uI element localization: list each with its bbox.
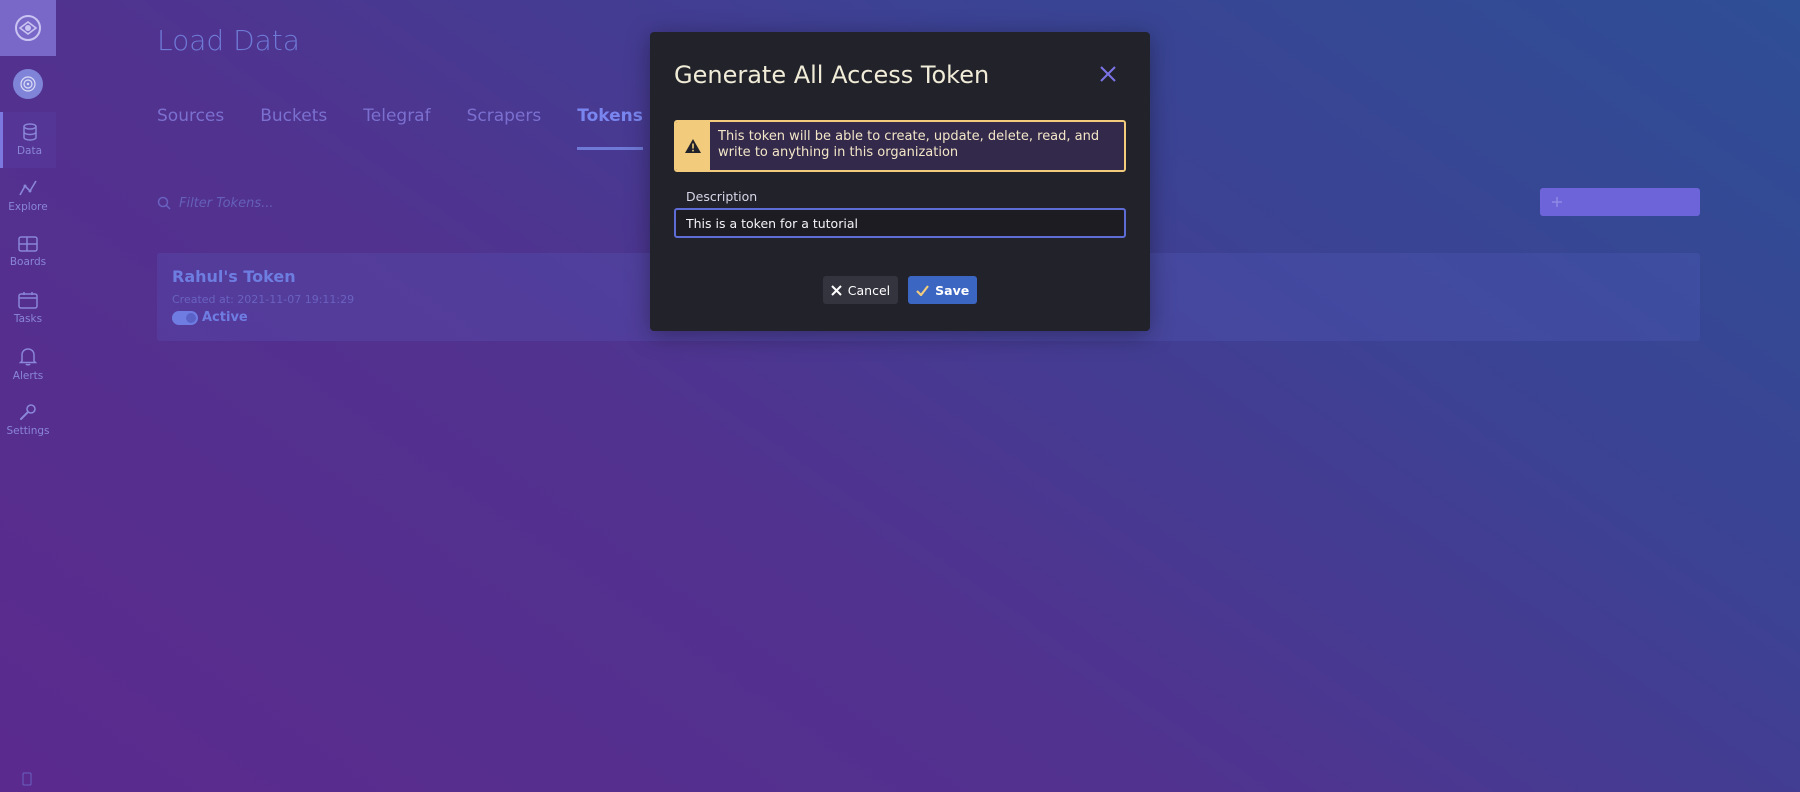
database-icon	[22, 123, 37, 141]
filter-tokens-input[interactable]: Filter Tokens...	[157, 188, 677, 218]
tab-bar: Sources Buckets Telegraf Scrapers Tokens	[157, 106, 679, 150]
sidebar-item-label: Explore	[8, 201, 48, 213]
description-input[interactable]	[674, 208, 1126, 238]
dialog-title: Generate All Access Token	[674, 61, 990, 89]
dialog-actions: Cancel Save	[650, 276, 1150, 304]
org-avatar-button[interactable]	[0, 64, 56, 104]
sidebar-item-label: Tasks	[13, 313, 43, 325]
tab-tokens[interactable]: Tokens	[577, 106, 643, 150]
save-label: Save	[935, 282, 970, 298]
sidebar-item-explore[interactable]: Explore	[0, 168, 56, 224]
generate-token-button[interactable]	[1540, 188, 1700, 216]
sidebar-item-tasks[interactable]: Tasks	[0, 280, 56, 336]
token-name[interactable]: Rahul's Token	[172, 267, 296, 286]
influx-logo-icon	[15, 15, 41, 41]
sidebar-item-label: Data	[16, 145, 43, 157]
tab-buckets[interactable]: Buckets	[260, 106, 327, 150]
cancel-label: Cancel	[847, 282, 891, 298]
checkmark-icon	[916, 284, 930, 296]
close-icon	[1100, 66, 1116, 82]
wrench-icon	[20, 404, 36, 420]
calendar-icon	[18, 292, 38, 309]
sidebar-item-alerts[interactable]: Alerts	[0, 336, 56, 392]
sidebar-item-label: Settings	[6, 425, 50, 437]
graph-icon	[19, 180, 37, 196]
token-created-at: Created at: 2021-11-07 19:11:29	[172, 293, 355, 306]
dashboard-icon	[18, 236, 38, 252]
token-status: Active	[172, 310, 248, 325]
filter-placeholder: Filter Tokens...	[179, 195, 274, 211]
tab-telegraf[interactable]: Telegraf	[363, 106, 430, 150]
warning-icon-box	[676, 122, 710, 170]
status-toggle[interactable]	[172, 310, 198, 325]
warning-icon	[685, 139, 701, 153]
sidebar-item-data[interactable]: Data	[0, 112, 56, 168]
tab-scrapers[interactable]: Scrapers	[467, 106, 542, 150]
warning-alert: This token will be able to create, updat…	[674, 120, 1126, 172]
fingerprint-icon	[20, 76, 36, 92]
cancel-button[interactable]: Cancel	[822, 276, 899, 304]
sidebar-item-settings[interactable]: Settings	[0, 392, 56, 448]
sidebar-item-label: Alerts	[12, 369, 44, 382]
plus-icon	[1552, 197, 1562, 207]
warning-text: This token will be able to create, updat…	[710, 122, 1124, 170]
bell-icon	[19, 347, 37, 365]
tab-sources[interactable]: Sources	[157, 106, 224, 150]
sidebar: Data Explore Boards Tasks Alerts Setting…	[0, 0, 56, 792]
avatar	[13, 69, 43, 99]
version-icon	[22, 772, 32, 786]
status-label: Active	[202, 310, 248, 325]
search-icon	[157, 196, 171, 210]
sidebar-item-label: Boards	[9, 256, 47, 268]
sidebar-item-boards[interactable]: Boards	[0, 224, 56, 280]
x-icon	[831, 284, 842, 296]
generate-token-dialog: Generate All Access Token This token wil…	[650, 32, 1150, 331]
description-label: Description	[686, 189, 758, 204]
save-button[interactable]: Save	[908, 276, 978, 304]
close-button[interactable]	[1096, 62, 1120, 86]
page-title: Load Data	[157, 24, 300, 57]
logo[interactable]	[0, 0, 56, 56]
